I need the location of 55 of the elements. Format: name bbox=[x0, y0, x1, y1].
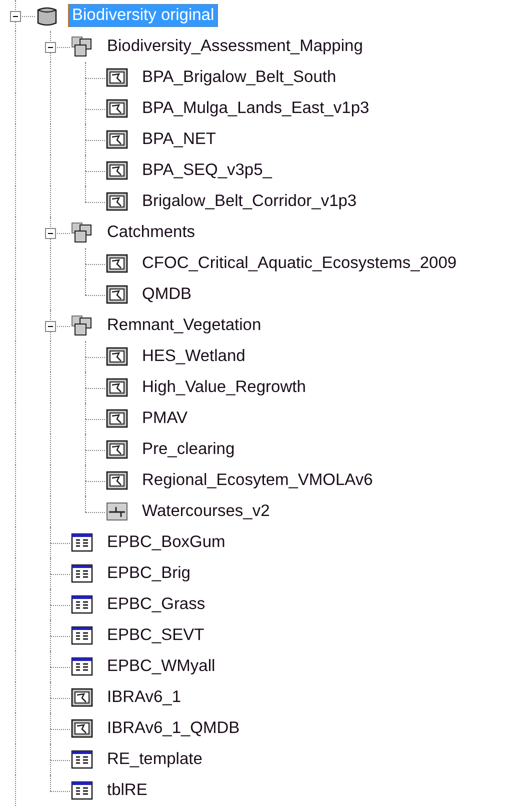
tree-item[interactable]: BPA_SEQ_v3p5_ bbox=[138, 159, 276, 182]
tree-item[interactable]: EPBC_Brig bbox=[103, 562, 194, 585]
tree-item[interactable]: EPBC_SEVT bbox=[103, 624, 208, 647]
tree-item[interactable]: BPA_NET bbox=[138, 128, 220, 151]
polygon-layer-icon bbox=[70, 718, 94, 740]
database-icon bbox=[35, 4, 59, 26]
polygon-layer-icon bbox=[105, 98, 129, 120]
tree-item[interactable]: BPA_Brigalow_Belt_South bbox=[138, 66, 340, 89]
tree-item[interactable]: IBRAv6_1_QMDB bbox=[103, 717, 244, 740]
tree-item[interactable]: tblRE bbox=[103, 779, 152, 802]
collapse-toggle[interactable] bbox=[45, 42, 56, 53]
polygon-layer-icon bbox=[105, 160, 129, 182]
tree-item[interactable]: PMAV bbox=[138, 407, 192, 430]
line-layer-icon bbox=[105, 500, 129, 522]
tree-item[interactable]: Watercourses_v2 bbox=[138, 500, 274, 523]
tree-item[interactable]: Regional_Ecosytem_VMOLAv6 bbox=[138, 469, 377, 492]
tree-item[interactable]: IBRAv6_1 bbox=[103, 686, 185, 709]
table-icon bbox=[70, 624, 94, 646]
tree-item[interactable]: Catchments bbox=[103, 221, 200, 244]
tree-item[interactable]: Brigalow_Belt_Corridor_v1p3 bbox=[138, 190, 361, 213]
collapse-toggle[interactable] bbox=[10, 11, 21, 22]
tree-item[interactable]: Biodiversity_Assessment_Mapping bbox=[103, 35, 367, 58]
polygon-layer-icon bbox=[105, 376, 129, 398]
tree-item[interactable]: RE_template bbox=[103, 748, 206, 771]
table-icon bbox=[70, 562, 94, 584]
table-icon bbox=[70, 532, 94, 554]
feature-dataset-icon bbox=[70, 314, 94, 336]
table-icon bbox=[70, 748, 94, 770]
polygon-layer-icon bbox=[105, 346, 129, 368]
polygon-layer-icon bbox=[105, 438, 129, 460]
polygon-layer-icon bbox=[105, 408, 129, 430]
table-icon bbox=[70, 656, 94, 678]
feature-dataset-icon bbox=[70, 222, 94, 244]
tree-item[interactable]: EPBC_BoxGum bbox=[103, 531, 230, 554]
polygon-layer-icon bbox=[70, 686, 94, 708]
polygon-layer-icon bbox=[105, 284, 129, 306]
polygon-layer-icon bbox=[105, 128, 129, 150]
tree-item[interactable]: High_Value_Regrowth bbox=[138, 376, 310, 399]
collapse-toggle[interactable] bbox=[45, 321, 56, 332]
collapse-toggle[interactable] bbox=[45, 228, 56, 239]
tree-item[interactable]: EPBC_WMyall bbox=[103, 655, 220, 678]
tree-item[interactable]: Remnant_Vegetation bbox=[103, 314, 266, 337]
tree-item[interactable]: HES_Wetland bbox=[138, 345, 250, 368]
tree-item[interactable]: QMDB bbox=[138, 283, 196, 306]
polygon-layer-icon bbox=[105, 190, 129, 212]
polygon-layer-icon bbox=[105, 470, 129, 492]
tree-item[interactable]: BPA_Mulga_Lands_East_v1p3 bbox=[138, 97, 374, 120]
tree-item[interactable]: Pre_clearing bbox=[138, 438, 239, 461]
polygon-layer-icon bbox=[105, 252, 129, 274]
tree-item[interactable]: EPBC_Grass bbox=[103, 593, 210, 616]
tree-item[interactable]: CFOC_Critical_Aquatic_Ecosystems_2009 bbox=[138, 252, 461, 275]
table-icon bbox=[70, 780, 94, 802]
table-icon bbox=[70, 594, 94, 616]
polygon-layer-icon bbox=[105, 66, 129, 88]
feature-dataset-icon bbox=[70, 36, 94, 58]
